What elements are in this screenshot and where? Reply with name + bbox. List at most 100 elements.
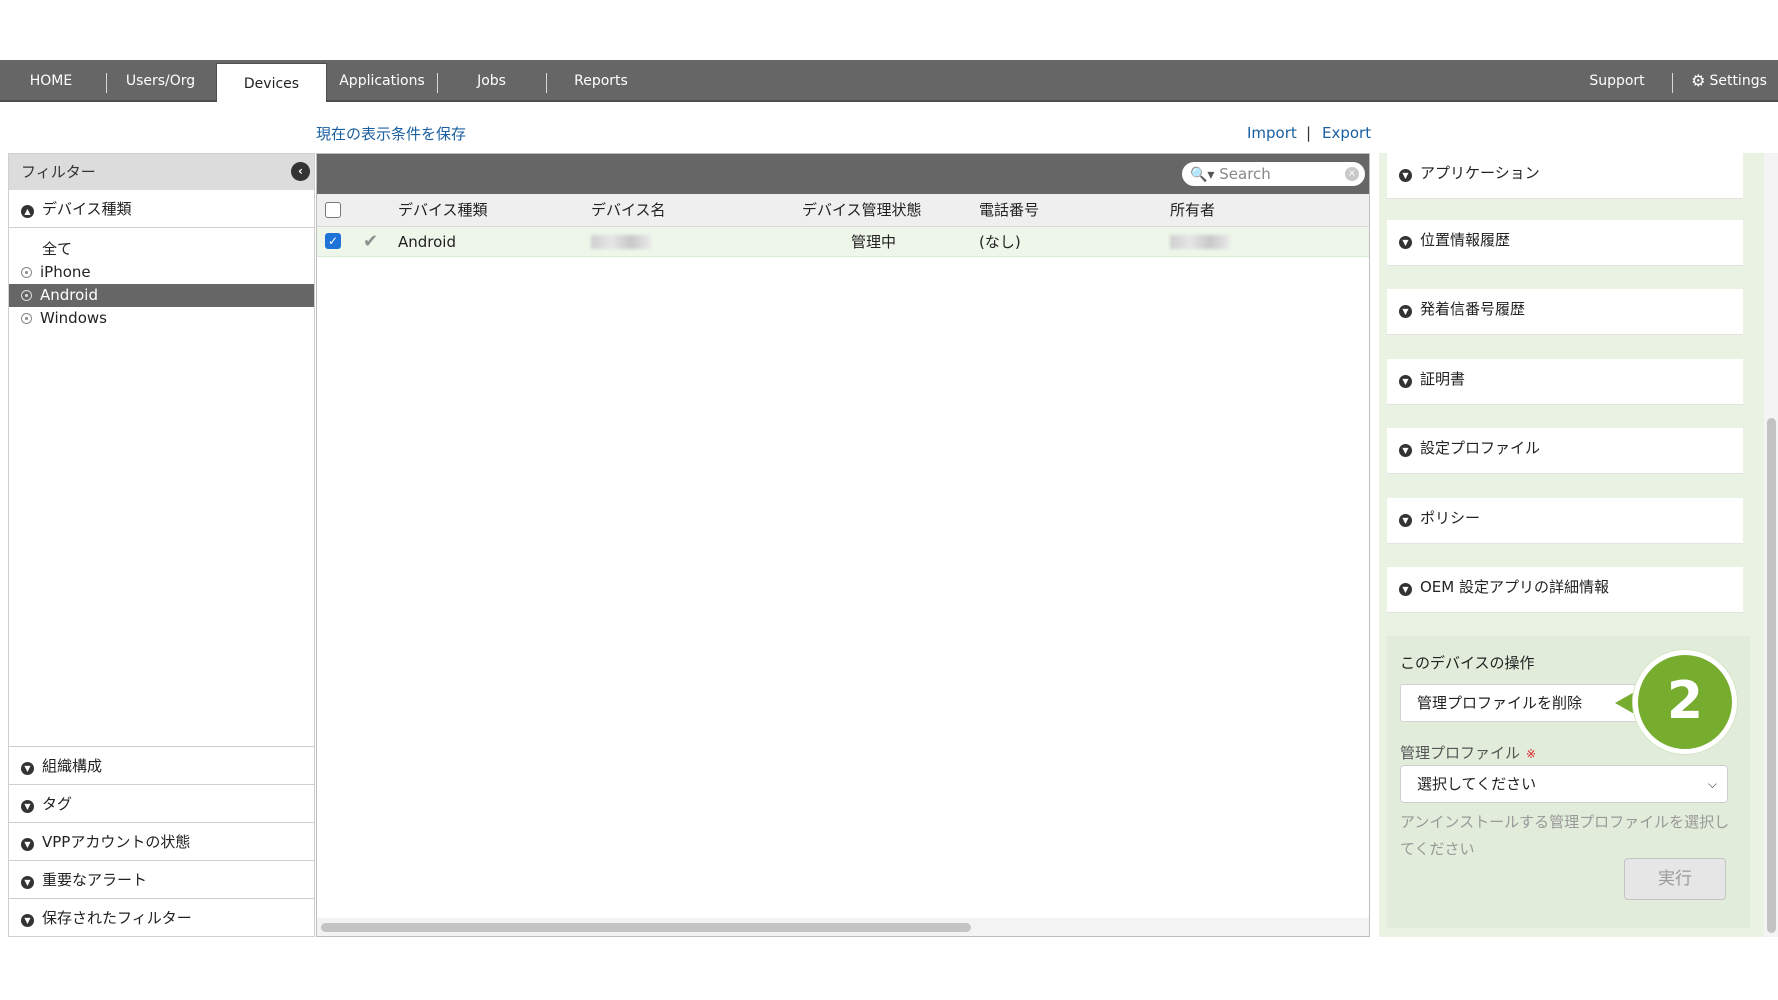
cell-status: 管理中 <box>851 233 897 251</box>
horizontal-scroll-thumb[interactable] <box>321 923 971 932</box>
nav-separator <box>437 73 438 93</box>
chevron-down-icon: ⌵ <box>1707 777 1717 791</box>
chevron-down-icon: ▼ <box>21 800 34 813</box>
filter-section-label: 保存されたフィルター <box>42 909 192 927</box>
device-type-section-label: デバイス種類 <box>42 200 132 218</box>
chevron-down-icon: ▼ <box>21 762 34 775</box>
redacted-device-name <box>591 235 651 249</box>
cell-phone: (なし) <box>979 233 1021 251</box>
filter-section-label: VPPアカウントの状態 <box>42 833 191 851</box>
detail-section-applications[interactable]: ▼ アプリケーション <box>1387 153 1743 199</box>
top-nav: HOME Users/Org Devices Applications Jobs… <box>0 60 1778 102</box>
redacted-owner <box>1170 235 1230 249</box>
table-row[interactable]: ✓ ✔ Android 管理中 (なし) <box>317 227 1369 257</box>
table-header: デバイス種類 デバイス名 デバイス管理状態 電話番号 所有者 <box>317 194 1369 227</box>
column-header[interactable]: デバイス種類 <box>398 194 488 226</box>
nav-settings-label: Settings <box>1709 73 1767 89</box>
nav-home[interactable]: HOME <box>0 60 102 102</box>
clear-icon[interactable]: × <box>1345 167 1359 181</box>
detail-section-label: 証明書 <box>1420 370 1466 388</box>
detail-panel: ▼ アプリケーション ▼ 位置情報履歴 ▼ 発着信番号履歴 ▼ 証明書 ▼ 設定プロファイ… <box>1379 153 1764 937</box>
nav-support[interactable]: Support <box>1566 60 1668 102</box>
select-all-checkbox[interactable] <box>325 202 341 218</box>
device-type-label: Android <box>40 286 98 304</box>
radio-icon <box>21 290 32 301</box>
chevron-down-icon: ▼ <box>21 876 34 889</box>
device-type-label: Windows <box>40 309 107 327</box>
detail-section-label: アプリケーション <box>1420 164 1540 182</box>
device-type-iphone[interactable]: iPhone <box>9 261 314 284</box>
row-checkbox[interactable]: ✓ <box>325 233 341 249</box>
filter-section-tag[interactable]: ▼ タグ <box>9 784 314 822</box>
profile-hint: アンインストールする管理プロファイルを選択してください <box>1400 813 1730 858</box>
step-callout-badge: 2 <box>1633 650 1737 754</box>
nav-reports[interactable]: Reports <box>549 60 653 102</box>
save-view-link[interactable]: 現在の表示条件を保存 <box>316 123 466 144</box>
profile-select-value: 選択してください <box>1417 775 1537 793</box>
detail-section-label: 発着信番号履歴 <box>1420 300 1526 318</box>
nav-devices[interactable]: Devices <box>216 63 327 102</box>
detail-section-label: 位置情報履歴 <box>1420 231 1511 249</box>
column-header[interactable]: 電話番号 <box>979 194 1039 226</box>
filter-panel: フィルター ‹ ▲ デバイス種類 全て iPhone Android Window… <box>8 153 315 937</box>
radio-icon <box>21 267 32 278</box>
chevron-down-icon: ▼ <box>1399 375 1412 388</box>
nav-separator <box>546 73 547 93</box>
chevron-down-icon: ▼ <box>1399 169 1412 182</box>
actions-title: このデバイスの操作 <box>1400 654 1535 672</box>
detail-section-label: 設定プロファイル <box>1420 439 1541 457</box>
search-icon: 🔍▾ <box>1190 167 1215 183</box>
managed-check-icon: ✔ <box>363 231 379 252</box>
profile-field-label: 管理プロファイル ※ <box>1400 742 1536 763</box>
filter-section-saved[interactable]: ▼ 保存されたフィルター <box>9 898 314 936</box>
chevron-down-icon: ▼ <box>1399 444 1412 457</box>
nav-jobs[interactable]: Jobs <box>440 60 543 102</box>
detail-section-call-history[interactable]: ▼ 発着信番号履歴 <box>1387 289 1743 335</box>
profile-select[interactable]: 選択してください ⌵ <box>1400 765 1728 803</box>
detail-section-policy[interactable]: ▼ ポリシー <box>1387 498 1743 544</box>
chevron-down-icon: ▼ <box>1399 514 1412 527</box>
detail-section-certificates[interactable]: ▼ 証明書 <box>1387 359 1743 405</box>
search-placeholder: Search <box>1219 165 1271 183</box>
gear-icon: ⚙ <box>1691 71 1706 90</box>
collapse-left-icon[interactable]: ‹ <box>291 162 310 181</box>
filter-section-vpp[interactable]: ▼ VPPアカウントの状態 <box>9 822 314 860</box>
link-separator: | <box>1306 124 1312 142</box>
required-mark: ※ <box>1526 747 1537 761</box>
radio-icon <box>21 313 32 324</box>
table-toolbar: 🔍▾ Search × <box>317 154 1369 194</box>
export-link[interactable]: Export <box>1322 124 1371 142</box>
detail-section-profiles[interactable]: ▼ 設定プロファイル <box>1387 428 1743 474</box>
chevron-down-icon: ▼ <box>21 838 34 851</box>
device-type-windows[interactable]: Windows <box>9 307 314 330</box>
nav-applications[interactable]: Applications <box>330 60 434 102</box>
nav-users-org[interactable]: Users/Org <box>108 60 213 102</box>
detail-section-location[interactable]: ▼ 位置情報履歴 <box>1387 220 1743 266</box>
filter-section-org[interactable]: ▼ 組織構成 <box>9 746 314 784</box>
run-button[interactable]: 実行 <box>1624 858 1726 900</box>
remove-profile-button[interactable]: 管理プロファイルを削除 <box>1400 684 1640 722</box>
import-link[interactable]: Import <box>1247 124 1297 142</box>
vertical-scroll-thumb[interactable] <box>1767 418 1776 933</box>
filter-section-alerts[interactable]: ▼ 重要なアラート <box>9 860 314 898</box>
column-header[interactable]: デバイス名 <box>591 194 666 226</box>
column-header[interactable]: デバイス管理状態 <box>802 194 922 226</box>
filter-section-label: タグ <box>42 795 73 813</box>
filter-header: フィルター ‹ <box>9 154 314 190</box>
profile-label-text: 管理プロファイル <box>1400 744 1521 762</box>
device-type-section[interactable]: ▲ デバイス種類 <box>9 190 314 228</box>
chevron-down-icon: ▼ <box>1399 236 1412 249</box>
detail-section-label: ポリシー <box>1420 509 1481 527</box>
nav-settings[interactable]: ⚙ Settings <box>1680 60 1778 102</box>
device-type-label: iPhone <box>40 263 91 281</box>
column-header[interactable]: 所有者 <box>1170 194 1215 226</box>
device-type-all[interactable]: 全て <box>9 238 314 261</box>
chevron-down-icon: ▼ <box>21 914 34 927</box>
cell-device-type: Android <box>398 233 456 251</box>
filter-section-label: 重要なアラート <box>42 871 148 889</box>
search-input[interactable]: 🔍▾ Search × <box>1182 162 1365 186</box>
nav-separator <box>1672 73 1673 93</box>
detail-section-oem[interactable]: ▼ OEM 設定アプリの詳細情報 <box>1387 567 1743 613</box>
filter-section-label: 組織構成 <box>42 757 103 775</box>
device-type-android[interactable]: Android <box>9 284 314 307</box>
